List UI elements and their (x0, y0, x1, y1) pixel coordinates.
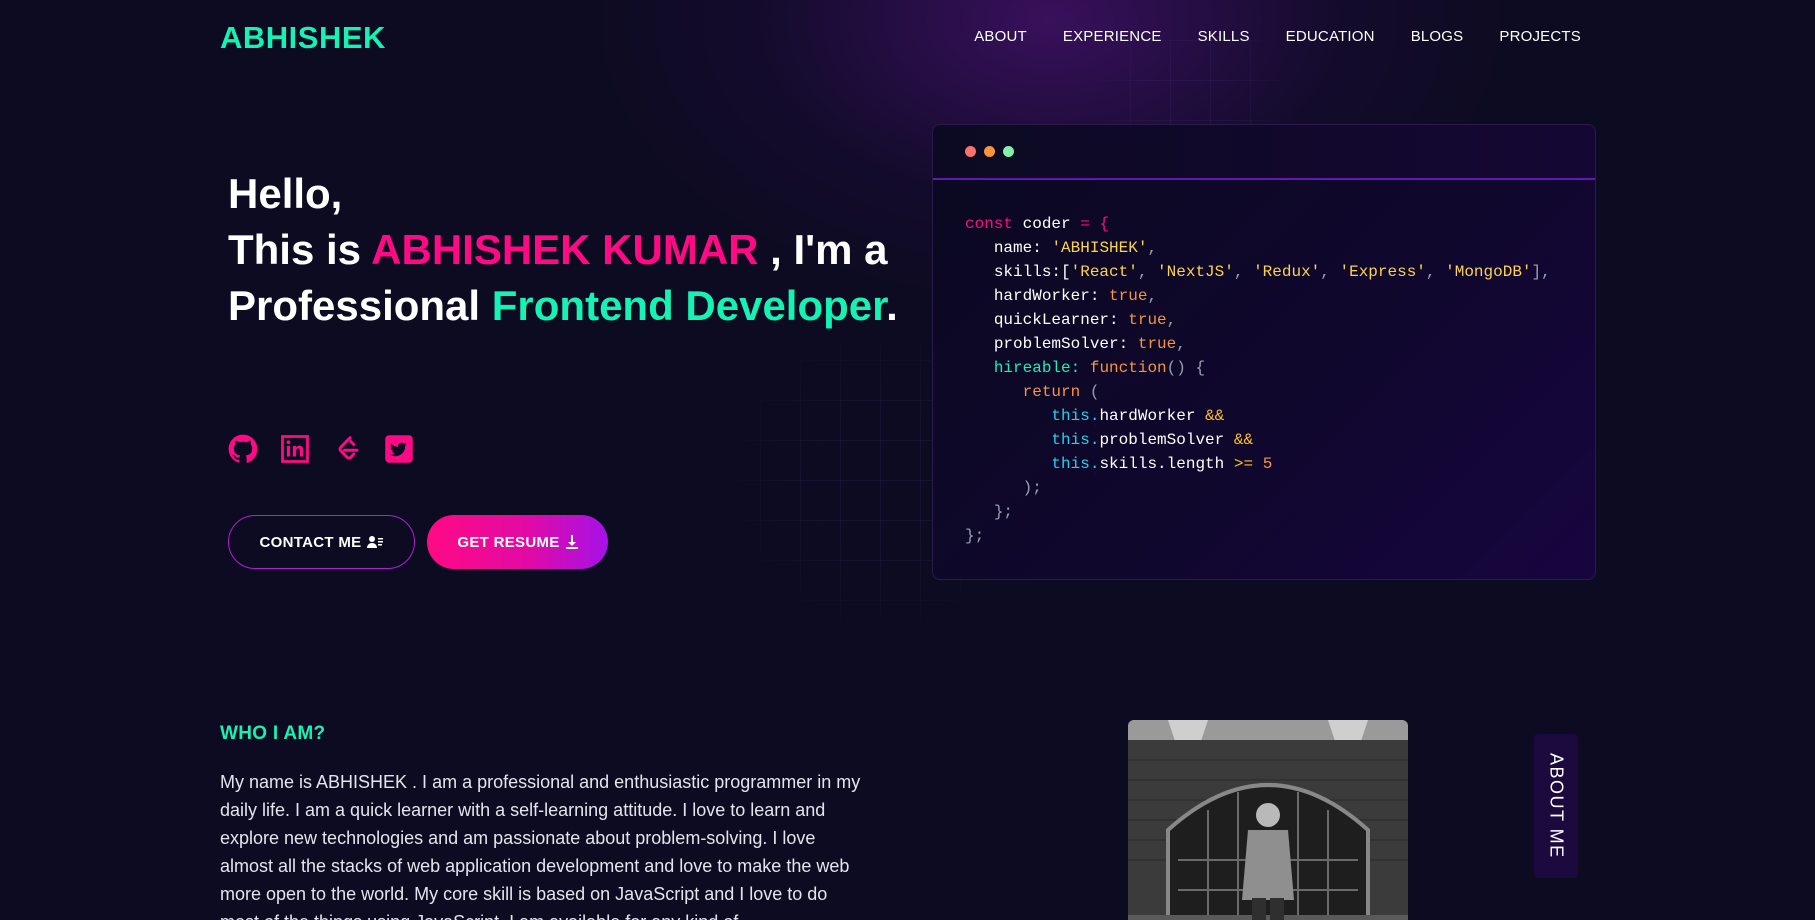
main-nav: ABOUT EXPERIENCE SKILLS EDUCATION BLOGS … (974, 28, 1581, 45)
code-token: hardWorker (1099, 407, 1196, 425)
code-token: 'NextJS' (1157, 263, 1234, 281)
code-token: ); (1022, 479, 1042, 497)
twitter-icon[interactable] (384, 434, 414, 464)
code-token: }; (993, 503, 1014, 521)
code-token: && (1233, 431, 1254, 449)
code-token: this. (1051, 455, 1100, 473)
code-token: return (1022, 383, 1081, 401)
hero-heading: Hello, This is ABHISHEK KUMAR , I'm a Pr… (228, 166, 908, 334)
code-token: 'MongoDB' (1445, 263, 1532, 281)
code-token: this. (1051, 407, 1100, 425)
code-token: name: (993, 239, 1042, 257)
code-token: true (1109, 287, 1148, 305)
code-token: () { (1166, 359, 1206, 377)
code-token: true (1137, 335, 1177, 353)
code-window-titlebar (933, 125, 1595, 180)
nav-item-projects[interactable]: PROJECTS (1499, 28, 1581, 45)
code-token: this. (1051, 431, 1100, 449)
code-token: skills.length (1099, 455, 1225, 473)
code-token: function (1089, 359, 1167, 377)
hero-intro-suffix: , I'm a (758, 226, 888, 273)
code-token: 'Redux' (1253, 263, 1321, 281)
hero-intro-prefix: This is (228, 226, 372, 273)
code-token: coder (1022, 215, 1071, 233)
nav-item-education[interactable]: EDUCATION (1286, 28, 1375, 45)
get-resume-label: GET RESUME (457, 533, 560, 551)
contact-me-label: CONTACT ME (259, 533, 362, 551)
code-token: ], (1531, 263, 1551, 281)
code-token: skills:[ (993, 263, 1071, 281)
hero-buttons: CONTACT ME GET RESUME (228, 515, 608, 569)
code-token: const (965, 215, 1014, 233)
about-text: My name is ABHISHEK . I am a professiona… (220, 772, 861, 920)
code-token: hireable: (993, 359, 1081, 377)
profile-photo (1128, 720, 1408, 920)
hero-period: . (886, 282, 898, 329)
github-icon[interactable] (228, 434, 258, 464)
nav-item-skills[interactable]: SKILLS (1198, 28, 1250, 45)
contact-me-button[interactable]: CONTACT ME (228, 515, 415, 569)
code-token: }; (965, 527, 985, 545)
leetcode-icon[interactable] (332, 434, 362, 464)
linkedin-icon[interactable] (280, 434, 310, 464)
download-icon (565, 535, 578, 549)
window-dot-orange (984, 146, 995, 157)
site-logo[interactable]: ABHISHEK (220, 20, 386, 56)
get-resume-button[interactable]: GET RESUME (427, 515, 608, 569)
code-token: 'React' (1070, 263, 1138, 281)
code-token: quickLearner: (993, 311, 1119, 329)
social-links (228, 434, 414, 464)
code-token: && (1205, 407, 1225, 425)
code-token: 'Express' (1339, 263, 1426, 281)
nav-item-blogs[interactable]: BLOGS (1411, 28, 1464, 45)
code-token: 5 (1262, 455, 1273, 473)
hero-role-prefix: Professional (228, 282, 492, 329)
nav-item-experience[interactable]: EXPERIENCE (1063, 28, 1162, 45)
nav-item-about[interactable]: ABOUT (974, 28, 1027, 45)
code-token: 'ABHISHEK' (1051, 239, 1148, 257)
code-window: const coder = { name: 'ABHISHEK', skills… (932, 124, 1596, 580)
code-token: ( (1089, 383, 1100, 401)
window-dot-red (965, 146, 976, 157)
hero-name: ABHISHEK KUMAR (371, 226, 759, 273)
hero-greeting: Hello, (228, 170, 343, 217)
contact-card-icon (367, 536, 384, 548)
about-me-tab[interactable]: ABOUT ME (1534, 734, 1578, 878)
window-dot-green (1003, 146, 1014, 157)
about-heading: WHO I AM? (220, 723, 326, 744)
hero-role: Frontend Developer (491, 282, 887, 329)
code-token: = { (1080, 215, 1110, 233)
code-token: hardWorker: (993, 287, 1100, 305)
code-token: problemSolver: (993, 335, 1129, 353)
code-token: true (1128, 311, 1167, 329)
about-me-tab-label: ABOUT ME (1546, 753, 1567, 859)
code-token: problemSolver (1099, 431, 1225, 449)
code-snippet: const coder = { name: 'ABHISHEK', skills… (965, 215, 1551, 545)
code-token: >= (1233, 455, 1254, 473)
